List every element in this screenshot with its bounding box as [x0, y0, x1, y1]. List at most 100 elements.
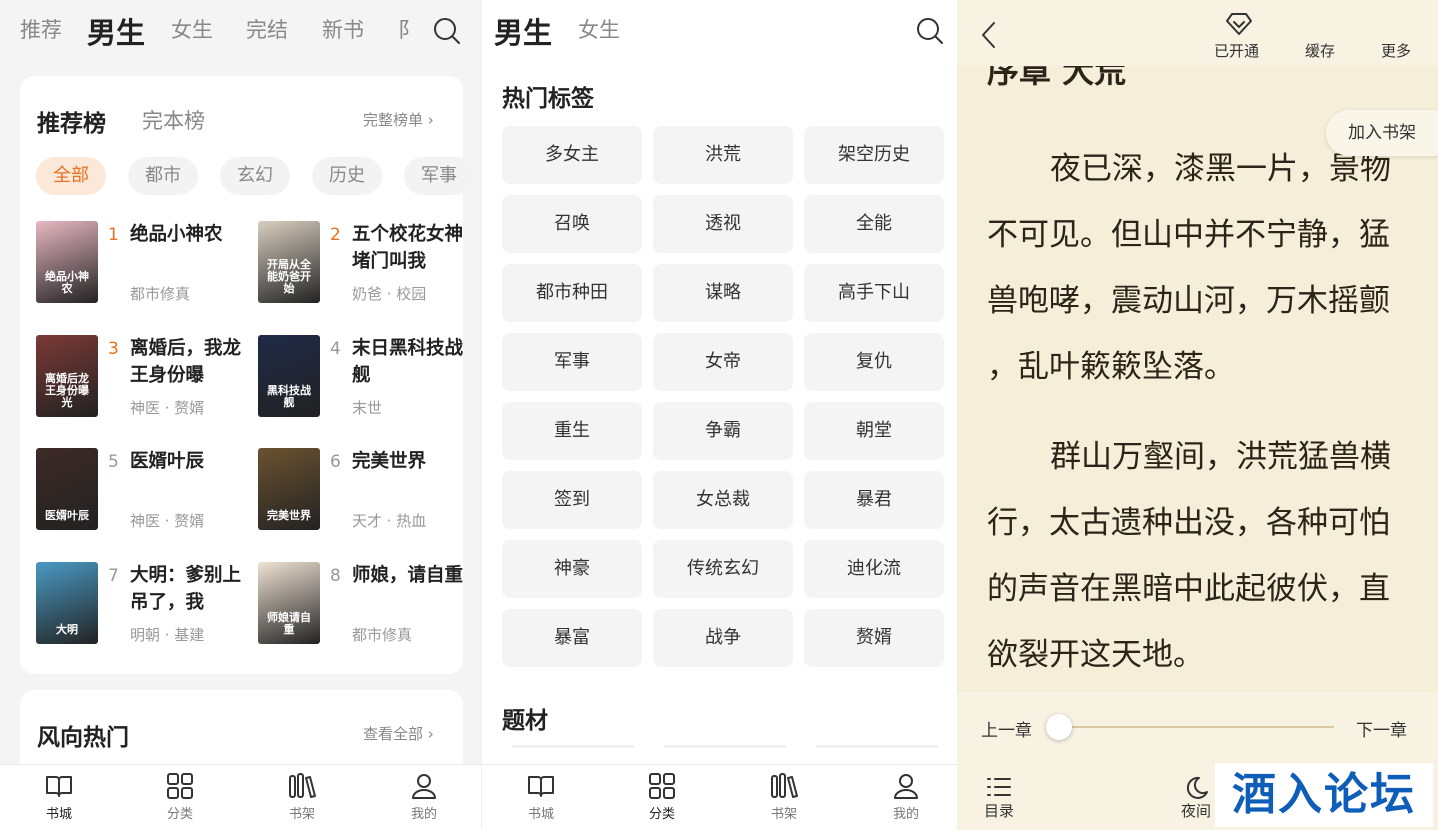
next-chapter-button[interactable]: 下一章 [1356, 716, 1407, 741]
chip-fantasy[interactable]: 玄幻 [220, 157, 290, 195]
hot-tag-button[interactable]: 神豪 [502, 540, 642, 598]
hot-tag-button[interactable]: 军事 [502, 333, 642, 391]
hot-tag-button[interactable]: 架空历史 [804, 126, 944, 184]
tab-category[interactable]: 分类 [150, 773, 210, 822]
hot-tag-button[interactable]: 争霸 [653, 402, 793, 460]
moon-icon [1186, 776, 1208, 799]
ranking-title-recommend[interactable]: 推荐榜 [37, 104, 106, 138]
ranking-book-item[interactable]: 开局从全能奶爸开始 2 五个校花女神堵门叫我 奶爸 · 校园 [258, 221, 476, 311]
book-cover[interactable]: 开局从全能奶爸开始 [258, 221, 320, 303]
book-title[interactable]: 大明：爹别上吊了，我 [130, 562, 254, 616]
book-rank: 4 [330, 339, 341, 359]
prev-chapter-button[interactable]: 上一章 [981, 716, 1032, 741]
tab-bookshelf[interactable]: 书架 [272, 773, 332, 822]
hot-tag-button[interactable]: 谋略 [653, 264, 793, 322]
hot-tag-button[interactable]: 全能 [804, 195, 944, 253]
tab-bookshelf[interactable]: 书架 [754, 773, 814, 822]
hot-tag-button[interactable]: 女帝 [653, 333, 793, 391]
hot-tag-button[interactable]: 赘婿 [804, 609, 944, 667]
tab-bookstore[interactable]: 书城 [511, 773, 571, 822]
cache-button[interactable]: 缓存 [1305, 40, 1335, 61]
tab-bookstore-label: 书城 [527, 807, 554, 822]
book-title[interactable]: 绝品小神农 [130, 221, 254, 248]
tab-male[interactable]: 男生 [87, 10, 145, 52]
book-cover[interactable]: 离婚后龙王身份曝光 [36, 335, 98, 417]
book-cover[interactable]: 师娘请自重 [258, 562, 320, 644]
book-tags: 神医 · 赘婿 [130, 399, 205, 417]
hot-tag-button[interactable]: 洪荒 [653, 126, 793, 184]
chevron-right-icon: › [427, 725, 434, 743]
chip-history[interactable]: 历史 [312, 157, 382, 195]
hot-tag-button[interactable]: 透视 [653, 195, 793, 253]
vip-button[interactable]: 已开通 [1214, 0, 1264, 66]
night-mode-button[interactable]: 夜间 [1176, 774, 1216, 821]
see-all-link[interactable]: 查看全部 › [363, 723, 434, 744]
book-cover[interactable]: 大明 [36, 562, 98, 644]
tab-female[interactable]: 女生 [578, 14, 620, 44]
book-title[interactable]: 师娘，请自重 [352, 562, 476, 589]
hot-tag-button[interactable]: 签到 [502, 471, 642, 529]
tab-mine[interactable]: 我的 [394, 773, 454, 822]
book-title[interactable]: 五个校花女神堵门叫我 [352, 221, 476, 275]
book-tags: 神医 · 赘婿 [130, 512, 205, 530]
chip-military[interactable]: 军事 [404, 157, 474, 195]
tab-male[interactable]: 男生 [494, 10, 552, 52]
ranking-title-complete[interactable]: 完本榜 [142, 105, 205, 135]
chip-all[interactable]: 全部 [36, 157, 106, 195]
reader-text-line: 不可见。但山中并不宁静，猛 [987, 217, 1390, 253]
book-title[interactable]: 完美世界 [352, 448, 476, 475]
book-tags: 奶爸 · 校园 [352, 285, 427, 303]
tab-finished[interactable]: 完结 [246, 14, 288, 44]
hot-tag-button[interactable]: 高手下山 [804, 264, 944, 322]
hot-tag-button[interactable]: 战争 [653, 609, 793, 667]
hot-tag-button[interactable]: 都市种田 [502, 264, 642, 322]
tab-female[interactable]: 女生 [171, 14, 213, 44]
book-tags: 都市修真 [130, 285, 191, 303]
hot-tag-button[interactable]: 复仇 [804, 333, 944, 391]
hot-tag-button[interactable]: 女总裁 [653, 471, 793, 529]
hot-tag-button[interactable]: 多女主 [502, 126, 642, 184]
hot-tag-button[interactable]: 传统玄幻 [653, 540, 793, 598]
hot-tag-button[interactable]: 重生 [502, 402, 642, 460]
hot-tag-button[interactable]: 迪化流 [804, 540, 944, 598]
book-title[interactable]: 末日黑科技战舰 [352, 335, 476, 389]
hot-tag-button[interactable]: 召唤 [502, 195, 642, 253]
book-cover[interactable]: 医婿叶辰 [36, 448, 98, 530]
toc-button[interactable]: 目录 [979, 774, 1019, 821]
chapter-progress-thumb[interactable] [1046, 714, 1072, 740]
tab-mine[interactable]: 我的 [876, 773, 936, 822]
book-title[interactable]: 离婚后，我龙王身份曝 [130, 335, 254, 389]
book-cover[interactable]: 完美世界 [258, 448, 320, 530]
chapter-progress-track [1059, 726, 1334, 728]
hot-tag-button[interactable]: 暴君 [804, 471, 944, 529]
chip-city[interactable]: 都市 [128, 157, 198, 195]
ranking-book-item[interactable]: 离婚后龙王身份曝光 3 离婚后，我龙王身份曝 神医 · 赘婿 [36, 335, 254, 425]
book-cover[interactable]: 黑科技战舰 [258, 335, 320, 417]
tab-bookstore[interactable]: 书城 [29, 773, 89, 822]
book-cover-text: 黑科技战舰 [267, 384, 311, 409]
full-ranking-link[interactable]: 完整榜单 › [363, 109, 434, 130]
hot-tag-button[interactable]: 暴富 [502, 609, 642, 667]
ranking-book-item[interactable]: 师娘请自重 8 师娘，请自重 都市修真 [258, 562, 476, 652]
hot-tag-button[interactable]: 朝堂 [804, 402, 944, 460]
see-all-label: 查看全部 [363, 725, 424, 743]
reader-text-line: 欲裂开这天地。 [987, 637, 1204, 673]
tab-truncated[interactable]: 阝 [398, 14, 412, 44]
back-arrow-icon[interactable] [979, 20, 999, 50]
ranking-book-item[interactable]: 完美世界 6 完美世界 天才 · 热血 [258, 448, 476, 538]
more-button[interactable]: 更多 [1381, 40, 1411, 61]
ranking-book-item[interactable]: 绝品小神农 1 绝品小神农 都市修真 [36, 221, 254, 311]
ranking-book-item[interactable]: 大明 7 大明：爹别上吊了，我 明朝 · 基建 [36, 562, 254, 652]
ranking-book-item[interactable]: 黑科技战舰 4 末日黑科技战舰 末世 [258, 335, 476, 425]
book-title[interactable]: 医婿叶辰 [130, 448, 254, 475]
tab-category[interactable]: 分类 [632, 773, 692, 822]
search-icon[interactable] [433, 17, 461, 45]
book-cover[interactable]: 绝品小神农 [36, 221, 98, 303]
tab-bookstore-label: 书城 [45, 807, 72, 822]
topic-item-edge [816, 745, 938, 748]
ranking-book-item[interactable]: 医婿叶辰 5 医婿叶辰 神医 · 赘婿 [36, 448, 254, 538]
add-to-shelf-button[interactable]: 加入书架 [1326, 110, 1438, 156]
tab-recommend[interactable]: 推荐 [20, 14, 62, 44]
search-icon[interactable] [916, 17, 944, 45]
tab-new[interactable]: 新书 [322, 14, 364, 44]
